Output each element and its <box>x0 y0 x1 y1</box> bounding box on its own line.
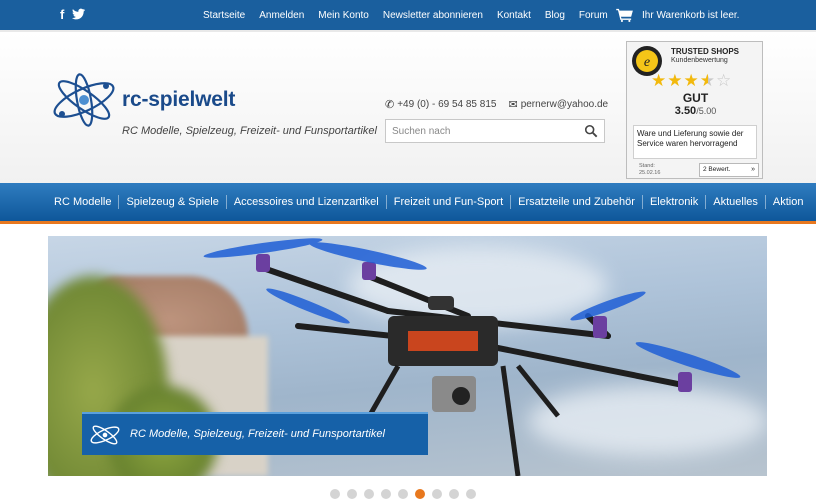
trusted-shops-widget[interactable]: e TRUSTED SHOPS Kundenbewertung ★★★★☆ GU… <box>626 41 763 179</box>
slogan: RC Modelle, Spielzeug, Freizeit- und Fun… <box>122 125 377 137</box>
topnav-newsletter[interactable]: Newsletter abonnieren <box>383 10 483 21</box>
topnav-anmelden[interactable]: Anmelden <box>259 10 304 21</box>
nav-ersatzteile[interactable]: Ersatzteile und Zubehör <box>510 195 642 209</box>
slider-dot[interactable] <box>347 489 357 499</box>
topnav-mein-konto[interactable]: Mein Konto <box>318 10 369 21</box>
slider-dot[interactable] <box>364 489 374 499</box>
logo-text[interactable]: rc-spielwelt <box>122 88 235 112</box>
slider-dot-active[interactable] <box>415 489 425 499</box>
slider-dot[interactable] <box>432 489 442 499</box>
nav-accessoires[interactable]: Accessoires und Lizenzartikel <box>225 195 386 209</box>
nav-spielzeug-spiele[interactable]: Spielzeug & Spiele <box>118 195 225 209</box>
rating-stars: ★★★★☆ <box>651 71 733 90</box>
shopping-cart-icon <box>616 8 633 22</box>
atom-logo-icon <box>90 425 120 445</box>
search-icon[interactable] <box>584 124 598 138</box>
slider-dot[interactable] <box>449 489 459 499</box>
slider-dot[interactable] <box>330 489 340 499</box>
search-input[interactable] <box>386 120 576 142</box>
hero-caption-banner: RC Modelle, Spielzeug, Freizeit- und Fun… <box>82 412 428 455</box>
slider-dot[interactable] <box>381 489 391 499</box>
twitter-icon[interactable] <box>72 8 86 20</box>
mail-icon: ✉ <box>508 99 518 111</box>
double-chevron-right-icon: » <box>751 166 755 173</box>
svg-text:e: e <box>644 55 650 70</box>
review-count[interactable]: 2 Bewert.» <box>699 163 759 177</box>
phone-icon: ✆ <box>385 99 395 111</box>
nav-aktion[interactable]: Aktion <box>764 195 811 209</box>
top-navigation: Startseite Anmelden Mein Konto Newslette… <box>203 10 622 21</box>
hero-caption-text: RC Modelle, Spielzeug, Freizeit- und Fun… <box>130 428 385 440</box>
slider-dot[interactable] <box>466 489 476 499</box>
phone-number: +49 (0) - 69 54 85 815 <box>397 99 497 110</box>
rating-score: 3.50/5.00 <box>674 105 717 117</box>
topnav-blog[interactable]: Blog <box>545 10 565 21</box>
contact-info: ✆ +49 (0) - 69 54 85 815 ✉ pernerw@yahoo… <box>385 98 608 111</box>
email-address[interactable]: pernerw@yahoo.de <box>521 99 608 110</box>
slider-pagination <box>330 489 476 499</box>
facebook-icon[interactable]: f <box>60 8 64 22</box>
cart-status: Ihr Warenkorb ist leer. <box>642 9 740 21</box>
social-links: f <box>60 8 86 22</box>
rating-grade: GUT <box>682 91 709 105</box>
trusted-shops-title: TRUSTED SHOPS <box>671 47 740 56</box>
search-box <box>385 119 605 143</box>
atom-logo-icon[interactable] <box>48 68 120 132</box>
main-navigation: RC Modelle Spielzeug & Spiele Accessoire… <box>0 183 816 224</box>
nav-freizeit-fun-sport[interactable]: Freizeit und Fun-Sport <box>385 195 510 209</box>
nav-rc-modelle[interactable]: RC Modelle <box>47 195 118 209</box>
slider-dot[interactable] <box>398 489 408 499</box>
nav-elektronik[interactable]: Elektronik <box>641 195 705 209</box>
review-text: Ware und Lieferung sowie der Service war… <box>633 125 757 159</box>
topnav-startseite[interactable]: Startseite <box>203 10 245 21</box>
nav-aktuelles[interactable]: Aktuelles <box>705 195 765 209</box>
top-bar: f Startseite Anmelden Mein Konto Newslet… <box>0 0 816 32</box>
trusted-shops-subtitle: Kundenbewertung <box>671 57 728 64</box>
cart-link[interactable]: Ihr Warenkorb ist leer. <box>616 8 739 22</box>
topnav-kontakt[interactable]: Kontakt <box>497 10 531 21</box>
review-date: Stand: 25.02.16 <box>639 163 661 176</box>
topnav-forum[interactable]: Forum <box>579 10 608 21</box>
